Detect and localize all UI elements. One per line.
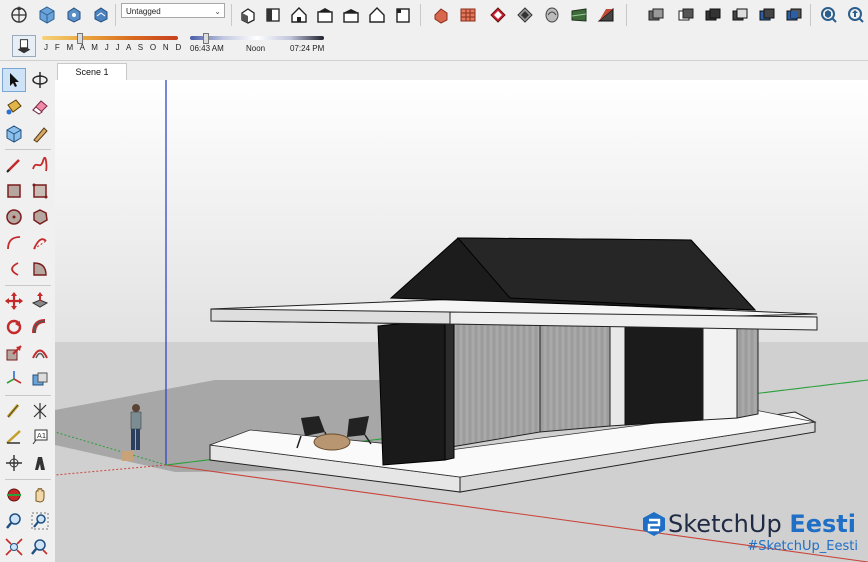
3d-text-icon[interactable]: A1 — [28, 425, 52, 449]
wall-left — [444, 318, 541, 449]
fire-pit — [313, 433, 351, 451]
union-icon[interactable] — [702, 4, 724, 26]
rotated-rectangle-icon[interactable] — [28, 179, 52, 203]
search-icon[interactable] — [28, 535, 52, 559]
tag-dropdown-value: Untagged — [126, 7, 161, 16]
rotate-icon[interactable] — [2, 315, 26, 339]
follow-me-icon[interactable] — [28, 315, 52, 339]
orbit-tool-icon[interactable] — [2, 483, 26, 507]
pencil-icon[interactable] — [2, 153, 26, 177]
brand-hashtag: #SketchUp_Eesti — [747, 539, 858, 554]
scale-icon[interactable] — [2, 341, 26, 365]
month-labels: J F M A M J J A S O N D — [44, 43, 184, 52]
subtract-icon[interactable] — [729, 4, 751, 26]
tape-measure-icon[interactable] — [28, 122, 52, 146]
front-view-icon[interactable] — [288, 4, 310, 26]
protractor-icon[interactable] — [2, 425, 26, 449]
black-column — [377, 318, 446, 466]
push-pull-icon[interactable] — [28, 289, 52, 313]
zoom-window-icon[interactable] — [28, 509, 52, 533]
pie-icon[interactable] — [28, 257, 52, 281]
select-icon[interactable] — [2, 68, 26, 92]
orbit-icon[interactable] — [8, 4, 30, 26]
three-point-arc-icon[interactable] — [2, 257, 26, 281]
intersect-icon[interactable] — [675, 4, 697, 26]
canopy-front-edge — [210, 308, 451, 325]
monochrome-icon[interactable] — [595, 4, 617, 26]
axes-icon[interactable] — [2, 367, 26, 391]
svg-text:A1: A1 — [37, 432, 46, 440]
sketchup-eesti-logo: SketchUp Eesti — [640, 510, 856, 538]
shaded-textures-icon[interactable] — [568, 4, 590, 26]
orbit-icon[interactable] — [28, 68, 52, 92]
back-edges-icon[interactable] — [457, 4, 479, 26]
walk-icon[interactable] — [28, 451, 52, 475]
wall-middle — [539, 318, 611, 433]
component-icon[interactable] — [2, 122, 26, 146]
sketchup-logo-icon — [643, 512, 666, 536]
chevron-down-icon: ⌄ — [214, 7, 221, 16]
eraser-icon[interactable] — [28, 95, 52, 119]
bottom-view-icon[interactable] — [392, 4, 414, 26]
house-style-icon[interactable] — [90, 4, 112, 26]
circle-icon[interactable] — [2, 205, 26, 229]
main-toolbar: Untagged ⌄ — [0, 0, 868, 32]
shadow-icon — [17, 39, 31, 54]
tab-scene-1[interactable]: Scene 1 — [57, 63, 127, 80]
scene-tab-bar: Scene 1 — [55, 61, 868, 80]
component-icon[interactable] — [36, 4, 58, 26]
time-slider[interactable] — [190, 36, 324, 40]
tape-icon[interactable] — [2, 399, 26, 423]
trim-icon[interactable] — [756, 4, 778, 26]
brand-name: SketchUp Eesti — [668, 510, 856, 538]
outer-shell-icon[interactable] — [645, 4, 667, 26]
freehand-icon[interactable] — [28, 153, 52, 177]
time-mid-label: Noon — [246, 44, 266, 53]
zoom-icon[interactable] — [2, 509, 26, 533]
back-view-icon[interactable] — [340, 4, 362, 26]
wireframe-icon[interactable] — [487, 4, 509, 26]
iso-view-icon[interactable] — [237, 4, 259, 26]
shaded-icon[interactable] — [541, 4, 563, 26]
zoom-extents-icon[interactable] — [2, 535, 26, 559]
top-view-icon[interactable] — [262, 4, 284, 26]
month-slider[interactable] — [42, 36, 178, 40]
shadows-toolbar: J F M A M J J A S O N D 06:43 AM Noon 07… — [0, 31, 868, 61]
paint-bucket-icon[interactable] — [63, 4, 85, 26]
text-icon[interactable] — [28, 399, 52, 423]
model-viewport[interactable]: SketchUp Eesti #SketchUp_Eesti — [55, 80, 868, 562]
move-icon[interactable] — [2, 289, 26, 313]
tag-dropdown[interactable]: Untagged ⌄ — [121, 3, 225, 18]
left-view-icon[interactable] — [366, 4, 388, 26]
paint-bucket-icon[interactable] — [2, 95, 26, 119]
extension-warehouse-icon[interactable] — [845, 4, 867, 26]
arc-icon[interactable] — [2, 231, 26, 255]
position-camera-icon[interactable] — [2, 451, 26, 475]
warehouse-icon[interactable] — [818, 4, 840, 26]
xray-icon[interactable] — [430, 4, 452, 26]
time-end-label: 07:24 PM — [290, 44, 325, 53]
offset-icon[interactable] — [28, 341, 52, 365]
rectangle-icon[interactable] — [2, 179, 26, 203]
two-point-arc-icon[interactable] — [28, 231, 52, 255]
window-opening — [702, 326, 738, 421]
door-panel — [624, 323, 704, 426]
time-slider-thumb[interactable] — [203, 33, 209, 44]
split-icon[interactable] — [783, 4, 805, 26]
large-toolset: A1 — [0, 61, 56, 562]
polygon-icon[interactable] — [28, 205, 52, 229]
pan-icon[interactable] — [28, 483, 52, 507]
right-view-icon[interactable] — [314, 4, 336, 26]
hidden-line-icon[interactable] — [514, 4, 536, 26]
section-icon[interactable] — [28, 367, 52, 391]
time-start-label: 06:43 AM — [190, 44, 224, 53]
shadow-toggle-button[interactable] — [12, 35, 36, 57]
